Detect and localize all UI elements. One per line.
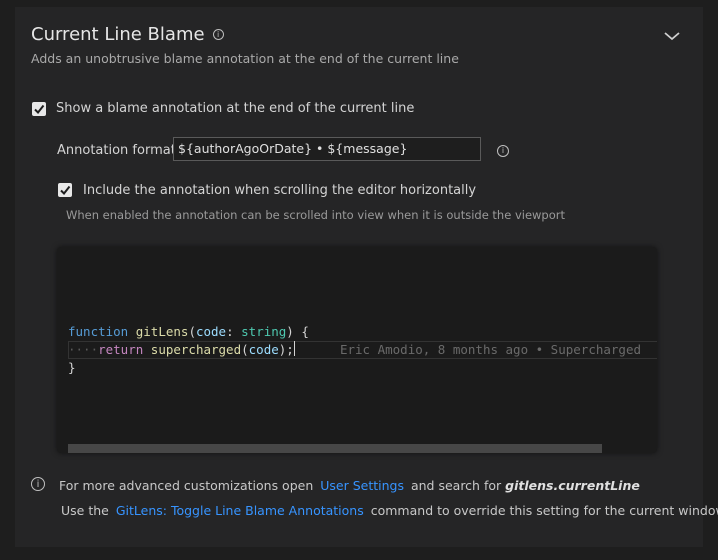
- footer-line-1: For more advanced customizations open Us…: [59, 478, 640, 493]
- section-subtitle: Adds an unobtrusive blame annotation at …: [31, 51, 459, 66]
- info-icon: i: [31, 477, 45, 491]
- code-line-1: function gitLens(code: string) {: [68, 324, 309, 339]
- footer-line-2: Use the GitLens: Toggle Line Blame Annot…: [61, 503, 718, 518]
- horizontal-scrollbar[interactable]: [68, 444, 602, 453]
- blame-annotation: Eric Amodio, 8 months ago • Supercharged: [339, 342, 641, 357]
- toggle-line-blame-command-link[interactable]: GitLens: Toggle Line Blame Annotations: [116, 503, 364, 518]
- show-annotation-label[interactable]: Show a blame annotation at the end of th…: [56, 101, 414, 116]
- setting-key: gitlens.currentLine: [505, 478, 640, 493]
- show-annotation-checkbox[interactable]: [32, 102, 46, 116]
- info-icon[interactable]: i: [212, 29, 224, 40]
- section-header: Current Line Blame i: [31, 24, 224, 45]
- scroll-annotation-label[interactable]: Include the annotation when scrolling th…: [83, 183, 476, 198]
- checkmark-icon: [34, 104, 45, 115]
- annotation-format-label: Annotation format: [57, 143, 176, 158]
- scroll-annotation-hint: When enabled the annotation can be scrol…: [66, 208, 566, 222]
- checkmark-icon: [60, 185, 71, 196]
- section-title: Current Line Blame: [31, 24, 205, 45]
- settings-section-panel: Current Line Blame i Adds an unobtrusive…: [15, 7, 718, 547]
- user-settings-link[interactable]: User Settings: [320, 478, 404, 493]
- chevron-down-icon[interactable]: [663, 29, 681, 43]
- code-block: function gitLens(code: string) { ····ret…: [68, 323, 641, 377]
- text-caret: [293, 341, 295, 356]
- editor-preview: function gitLens(code: string) { ····ret…: [57, 247, 657, 453]
- annotation-format-input[interactable]: ${authorAgoOrDate} • ${message}: [173, 137, 481, 161]
- code-line-3: }: [68, 360, 76, 375]
- scroll-annotation-checkbox[interactable]: [58, 183, 72, 197]
- format-info-icon[interactable]: i: [497, 145, 509, 157]
- code-line-2: ····return supercharged(code); Eric Amod…: [68, 341, 641, 357]
